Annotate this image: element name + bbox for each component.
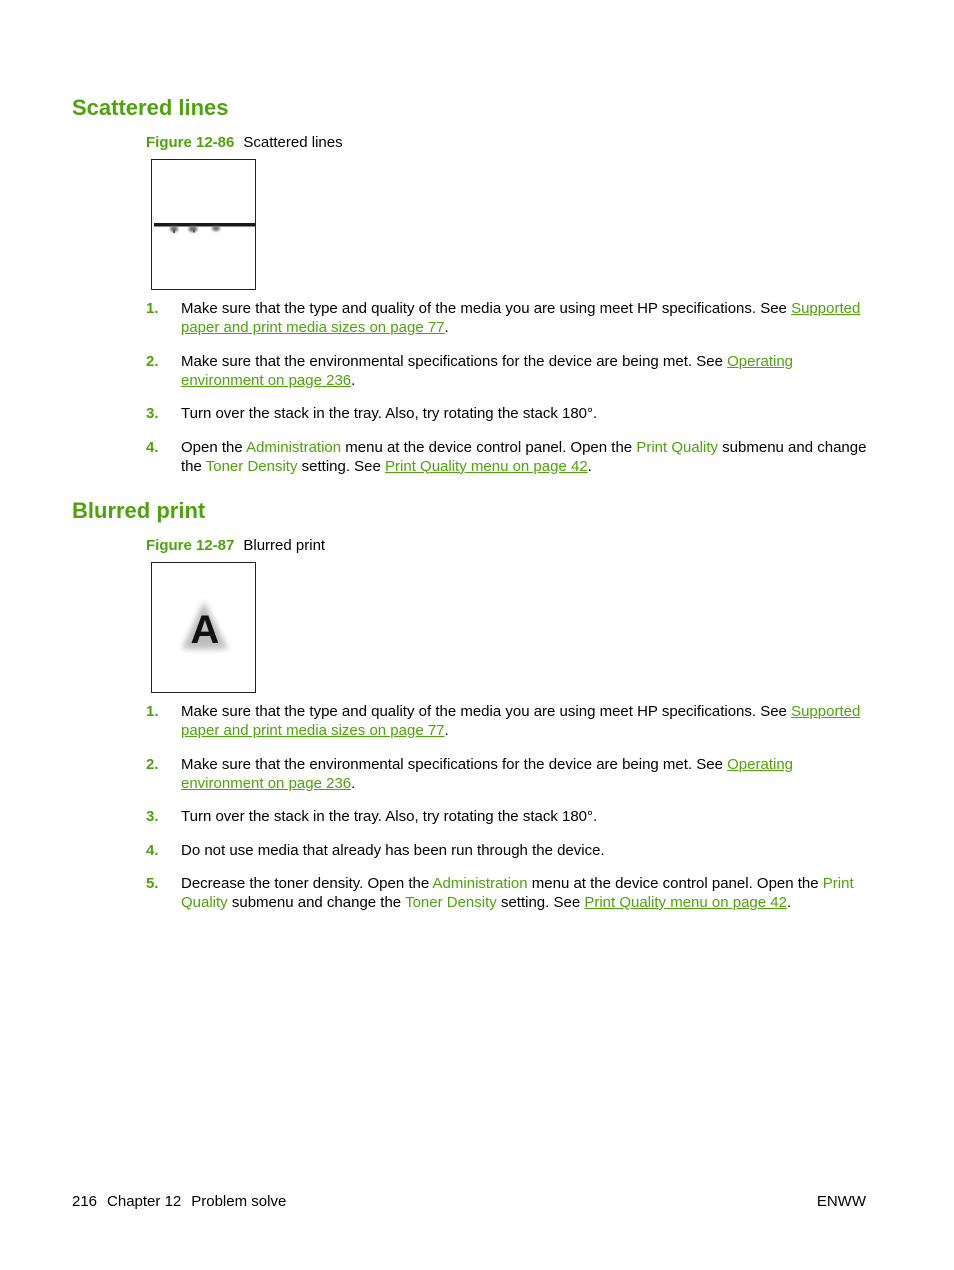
section-heading-blurred-print: Blurred print <box>72 498 206 523</box>
keyword-toner-density: Toner Density <box>405 894 497 911</box>
figure-title: Scattered lines <box>243 134 343 151</box>
blurred-letter: A <box>191 608 220 652</box>
chapter-title: Problem solve <box>191 1193 287 1210</box>
step-number: 5. <box>146 875 159 892</box>
step-number: 2. <box>146 352 159 370</box>
step-text: . <box>351 371 356 389</box>
step-text: . <box>587 457 592 475</box>
chapter-label: Chapter 12 <box>107 1193 182 1210</box>
list-item: 2. Make sure that the environmental spec… <box>146 352 876 390</box>
step-text: Turn over the stack in the tray. Also, t… <box>181 405 598 422</box>
list-item: 4. Do not use media that already has bee… <box>146 841 876 860</box>
step-number: 3. <box>146 405 159 422</box>
list-item: 2. Make sure that the environmental spec… <box>146 755 876 793</box>
step-text: setting. See <box>496 894 585 911</box>
list-item: 5. Decrease the toner density. Open the … <box>146 874 876 912</box>
link-print-quality-menu[interactable]: Print Quality menu on page 42 <box>385 458 588 475</box>
page-footer: 216 Chapter 12 Problem solve ENWW <box>72 1193 866 1211</box>
figure-caption: Figure 12-86 Scattered lines <box>146 134 343 152</box>
list-item: 3. Turn over the stack in the tray. Also… <box>146 807 876 826</box>
link-print-quality-menu[interactable]: Print Quality menu on page 42 <box>584 894 787 911</box>
step-text: . <box>444 722 449 739</box>
step-text: Make sure that the environmental specifi… <box>181 352 728 370</box>
footer-left: 216 Chapter 12 Problem solve <box>72 1193 296 1211</box>
page-number: 216 <box>72 1193 98 1210</box>
list-item: 1. Make sure that the type and quality o… <box>146 702 876 740</box>
step-text: menu at the device control panel. Open t… <box>527 875 823 892</box>
step-text: Make sure that the type and quality of t… <box>181 703 792 720</box>
step-number: 2. <box>146 755 159 773</box>
keyword-administration: Administration <box>246 438 342 456</box>
figure-caption: Figure 12-87 Blurred print <box>146 537 325 555</box>
step-number: 4. <box>146 438 159 456</box>
figure-number: Figure 12-86 <box>146 134 235 151</box>
scattered-lines-steps: 1. Make sure that the type and quality o… <box>146 299 876 490</box>
scattered-lines-sample-icon <box>151 159 256 290</box>
step-text: Make sure that the type and quality of t… <box>181 300 792 317</box>
step-number: 3. <box>146 808 159 825</box>
section-heading-scattered-lines: Scattered lines <box>72 95 229 120</box>
step-text: . <box>351 774 356 792</box>
step-text: Open the <box>181 438 247 456</box>
keyword-toner-density: Toner Density <box>205 457 298 475</box>
step-number: 4. <box>146 841 159 859</box>
keyword-print-quality: Print Quality <box>636 438 719 456</box>
step-text: . <box>786 894 792 911</box>
keyword-administration: Administration <box>432 875 528 892</box>
figure-number: Figure 12-87 <box>146 537 235 554</box>
blurred-print-steps: 1. Make sure that the type and quality o… <box>146 702 876 927</box>
step-text: Turn over the stack in the tray. Also, t… <box>181 808 598 825</box>
step-text: Decrease the toner density. Open the <box>181 875 433 892</box>
step-number: 1. <box>146 703 159 720</box>
step-text: Do not use media that already has been r… <box>181 841 605 859</box>
figure-title: Blurred print <box>243 537 326 554</box>
footer-right-label: ENWW <box>816 1193 866 1210</box>
step-text: submenu and change the <box>227 894 406 911</box>
list-item: 1. Make sure that the type and quality o… <box>146 299 876 337</box>
step-number: 1. <box>146 300 159 317</box>
blurred-print-sample-icon: A <box>151 562 256 693</box>
step-text: menu at the device control panel. Open t… <box>341 438 637 456</box>
step-text: setting. See <box>297 457 386 475</box>
list-item: 4. Open the Administration menu at the d… <box>146 438 876 476</box>
list-item: 3. Turn over the stack in the tray. Also… <box>146 404 876 423</box>
step-text: . <box>444 319 449 336</box>
step-text: Make sure that the environmental specifi… <box>181 755 728 773</box>
